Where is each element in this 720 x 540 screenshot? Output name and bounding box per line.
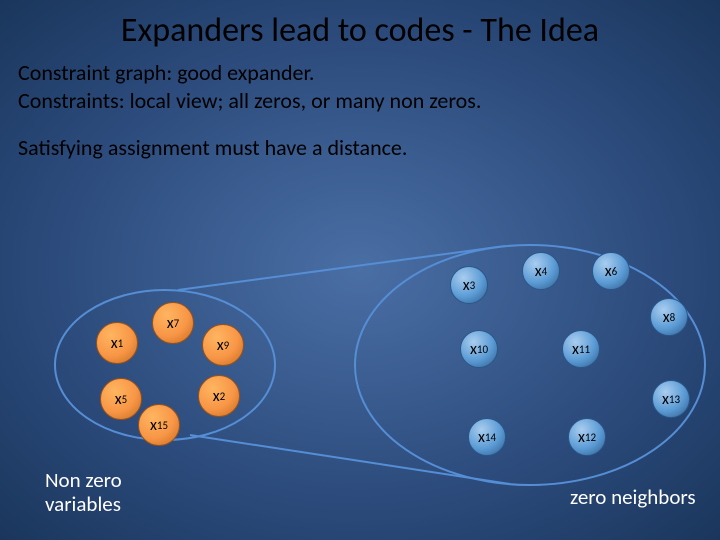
node-x9-var: x <box>217 336 224 355</box>
node-x6-var: x <box>605 262 612 281</box>
node-x1-var: x <box>111 334 118 353</box>
node-x11-var: x <box>572 340 579 359</box>
node-x2-sub: 2 <box>220 390 226 403</box>
node-x8: x8 <box>650 298 688 336</box>
node-x1-sub: 1 <box>118 337 124 350</box>
node-x9-sub: 9 <box>224 339 230 352</box>
node-x4-sub: 4 <box>542 265 548 278</box>
node-x3: x3 <box>450 266 488 304</box>
connector-bottom <box>190 435 510 484</box>
node-x10-var: x <box>470 340 477 359</box>
node-x5-var: x <box>115 390 122 409</box>
node-x8-sub: 8 <box>670 311 676 324</box>
node-x15-var: x <box>150 416 157 435</box>
node-x3-sub: 3 <box>470 279 476 292</box>
node-x6-sub: 6 <box>612 265 618 278</box>
node-x9: x9 <box>202 324 244 366</box>
node-x4: x4 <box>522 252 560 290</box>
node-x15-sub: 15 <box>157 419 168 432</box>
node-x2: x2 <box>198 375 240 417</box>
node-x13: x13 <box>652 380 690 418</box>
slide-title: Expanders lead to codes - The Idea <box>0 0 720 59</box>
node-x12: x12 <box>568 418 606 456</box>
node-x3-var: x <box>463 276 470 295</box>
node-x5-sub: 5 <box>122 393 128 406</box>
node-x2-var: x <box>213 387 220 406</box>
node-x1: x1 <box>96 322 138 364</box>
node-x13-var: x <box>662 390 669 409</box>
diagram-area: x1 x7 x9 x5 x2 x15 x3 x4 x6 x8 x10 x11 x… <box>0 230 720 510</box>
node-x15: x15 <box>138 404 180 446</box>
body-line-3: Satisfying assignment must have a distan… <box>18 134 702 162</box>
caption-zero-neighbors: zero neighbors <box>570 485 696 509</box>
node-x7: x7 <box>152 302 194 344</box>
node-x14-var: x <box>478 428 485 447</box>
node-x13-sub: 13 <box>669 393 680 406</box>
node-x8-var: x <box>663 308 670 327</box>
body-text-block: Constraint graph: good expander. Constra… <box>0 59 720 162</box>
body-line-1: Constraint graph: good expander. <box>18 59 702 87</box>
body-line-2: Constraints: local view; all zeros, or m… <box>18 87 702 115</box>
node-x14: x14 <box>468 418 506 456</box>
node-x7-sub: 7 <box>174 317 180 330</box>
node-x11-sub: 11 <box>579 343 590 356</box>
node-x14-sub: 14 <box>485 431 496 444</box>
node-x10: x10 <box>460 330 498 368</box>
node-x12-var: x <box>578 428 585 447</box>
node-x5: x5 <box>100 378 142 420</box>
node-x10-sub: 10 <box>477 343 488 356</box>
node-x12-sub: 12 <box>585 431 596 444</box>
node-x4-var: x <box>535 262 542 281</box>
node-x6: x6 <box>592 252 630 290</box>
node-x11: x11 <box>562 330 600 368</box>
caption-nonzero-variables: Non zero variables <box>45 468 122 516</box>
node-x7-var: x <box>167 314 174 333</box>
